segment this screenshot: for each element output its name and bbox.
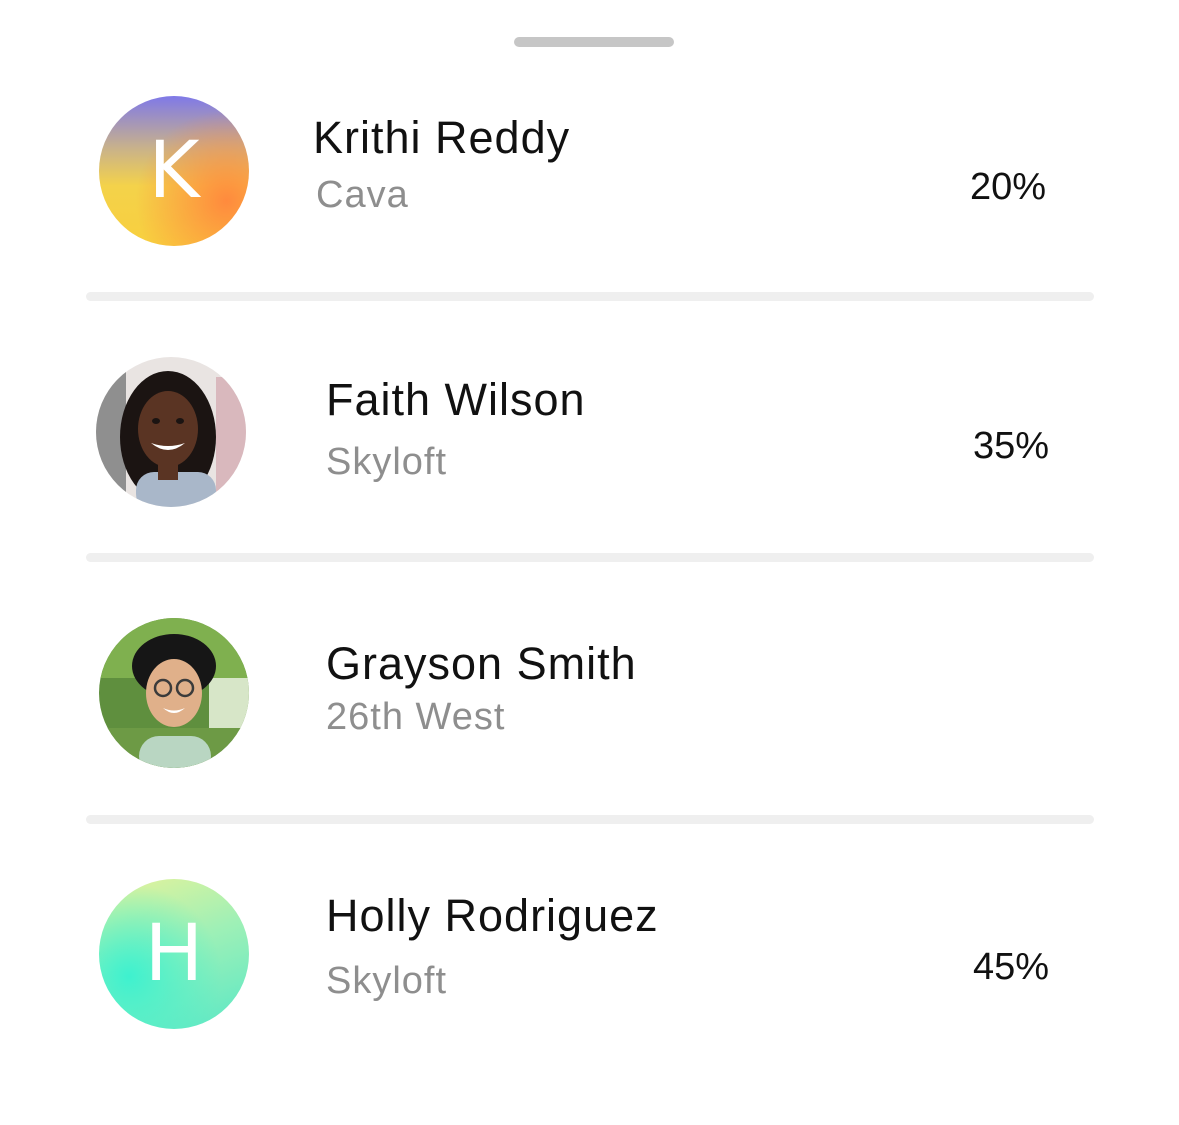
avatar: H [99,879,249,1029]
person-company: Skyloft [326,960,448,1002]
percent-value: 35% [973,425,1050,467]
percent-value: 45% [973,946,1050,988]
avatar [99,618,249,768]
person-name: Grayson Smith [326,638,637,689]
person-company: 26th West [326,696,506,738]
percent-value: 20% [970,166,1047,208]
person-photo-icon [96,357,246,507]
divider [86,292,1094,301]
avatar-initial: H [144,909,204,999]
list-item-holly-rodriguez[interactable]: H Holly Rodriguez Skyloft 45% [0,0,1179,1029]
divider [86,553,1094,562]
person-company: Cava [316,174,409,216]
divider [86,815,1094,824]
avatar [96,357,246,507]
person-photo-icon [99,618,249,768]
person-name: Holly Rodriguez [326,890,659,941]
person-company: Skyloft [326,441,448,483]
person-name: Faith Wilson [326,374,586,425]
